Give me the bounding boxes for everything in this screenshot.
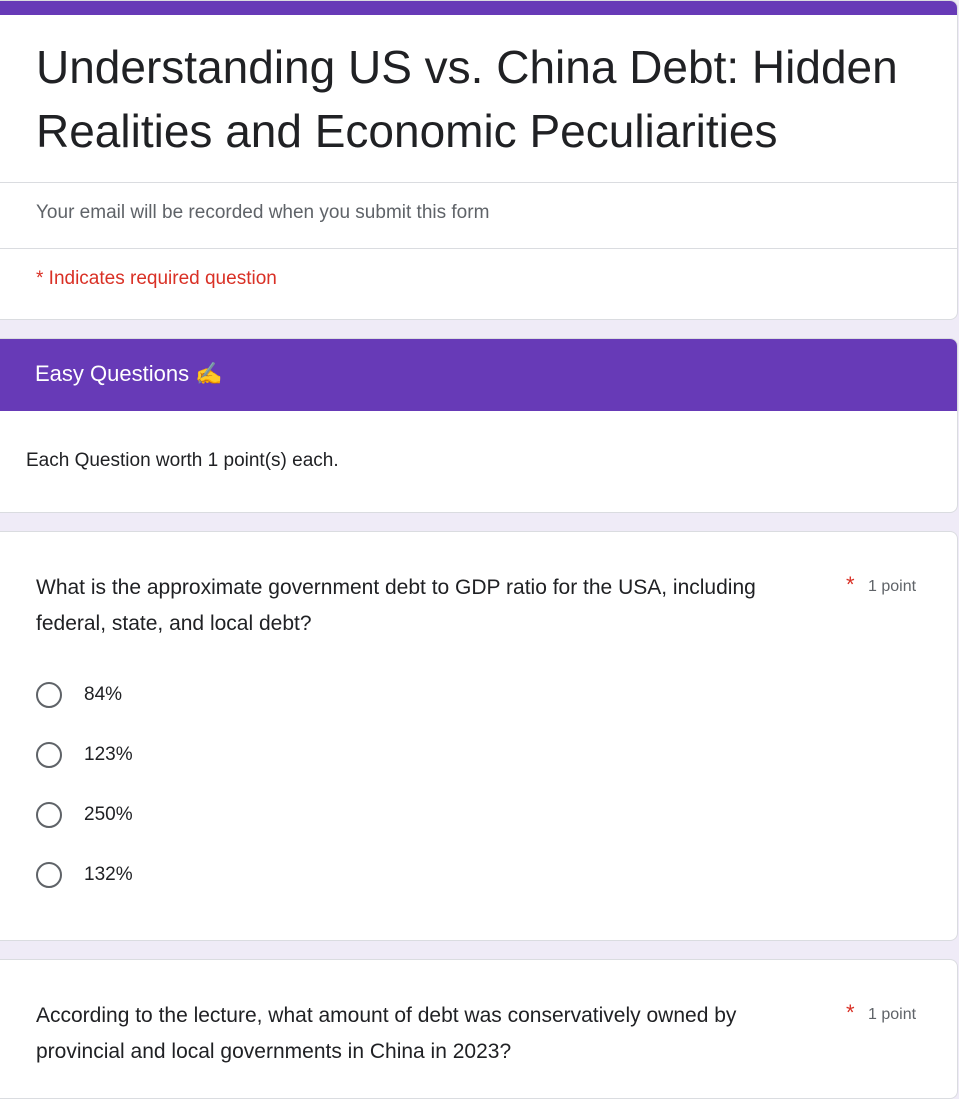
option-label: 132%: [84, 864, 133, 885]
question-text: What is the approximate government debt …: [36, 576, 756, 635]
option-label: 123%: [84, 744, 133, 765]
section-card: Easy Questions ✍️ Each Question worth 1 …: [0, 338, 958, 513]
required-asterisk: *: [846, 572, 855, 597]
question-card: What is the approximate government debt …: [0, 531, 958, 941]
section-description: Each Question worth 1 point(s) each.: [26, 450, 339, 471]
required-asterisk: *: [846, 1000, 855, 1025]
divider: [0, 182, 957, 183]
section-title: Easy Questions ✍️: [35, 361, 223, 386]
radio-option-84[interactable]: 84%: [36, 679, 122, 711]
form-title: Understanding US vs. China Debt: Hidden …: [36, 41, 898, 157]
radio-option-132[interactable]: 132%: [36, 859, 133, 891]
radio-button[interactable]: [36, 682, 62, 708]
required-notice: * Indicates required question: [36, 268, 277, 289]
radio-option-250[interactable]: 250%: [36, 799, 133, 831]
email-notice: Your email will be recorded when you sub…: [36, 202, 490, 223]
form-header-card: Understanding US vs. China Debt: Hidden …: [0, 0, 958, 320]
radio-button[interactable]: [36, 862, 62, 888]
divider: [0, 248, 957, 249]
radio-option-123[interactable]: 123%: [36, 739, 133, 771]
radio-button[interactable]: [36, 802, 62, 828]
question-card: According to the lecture, what amount of…: [0, 959, 958, 1099]
option-label: 250%: [84, 804, 133, 825]
option-label: 84%: [84, 684, 123, 705]
section-header: Easy Questions ✍️: [0, 339, 957, 411]
theme-accent-bar: [0, 1, 957, 15]
radio-button[interactable]: [36, 742, 62, 768]
question-text: According to the lecture, what amount of…: [36, 1004, 737, 1063]
question-points: 1 point: [868, 1006, 917, 1023]
question-points: 1 point: [868, 578, 917, 595]
